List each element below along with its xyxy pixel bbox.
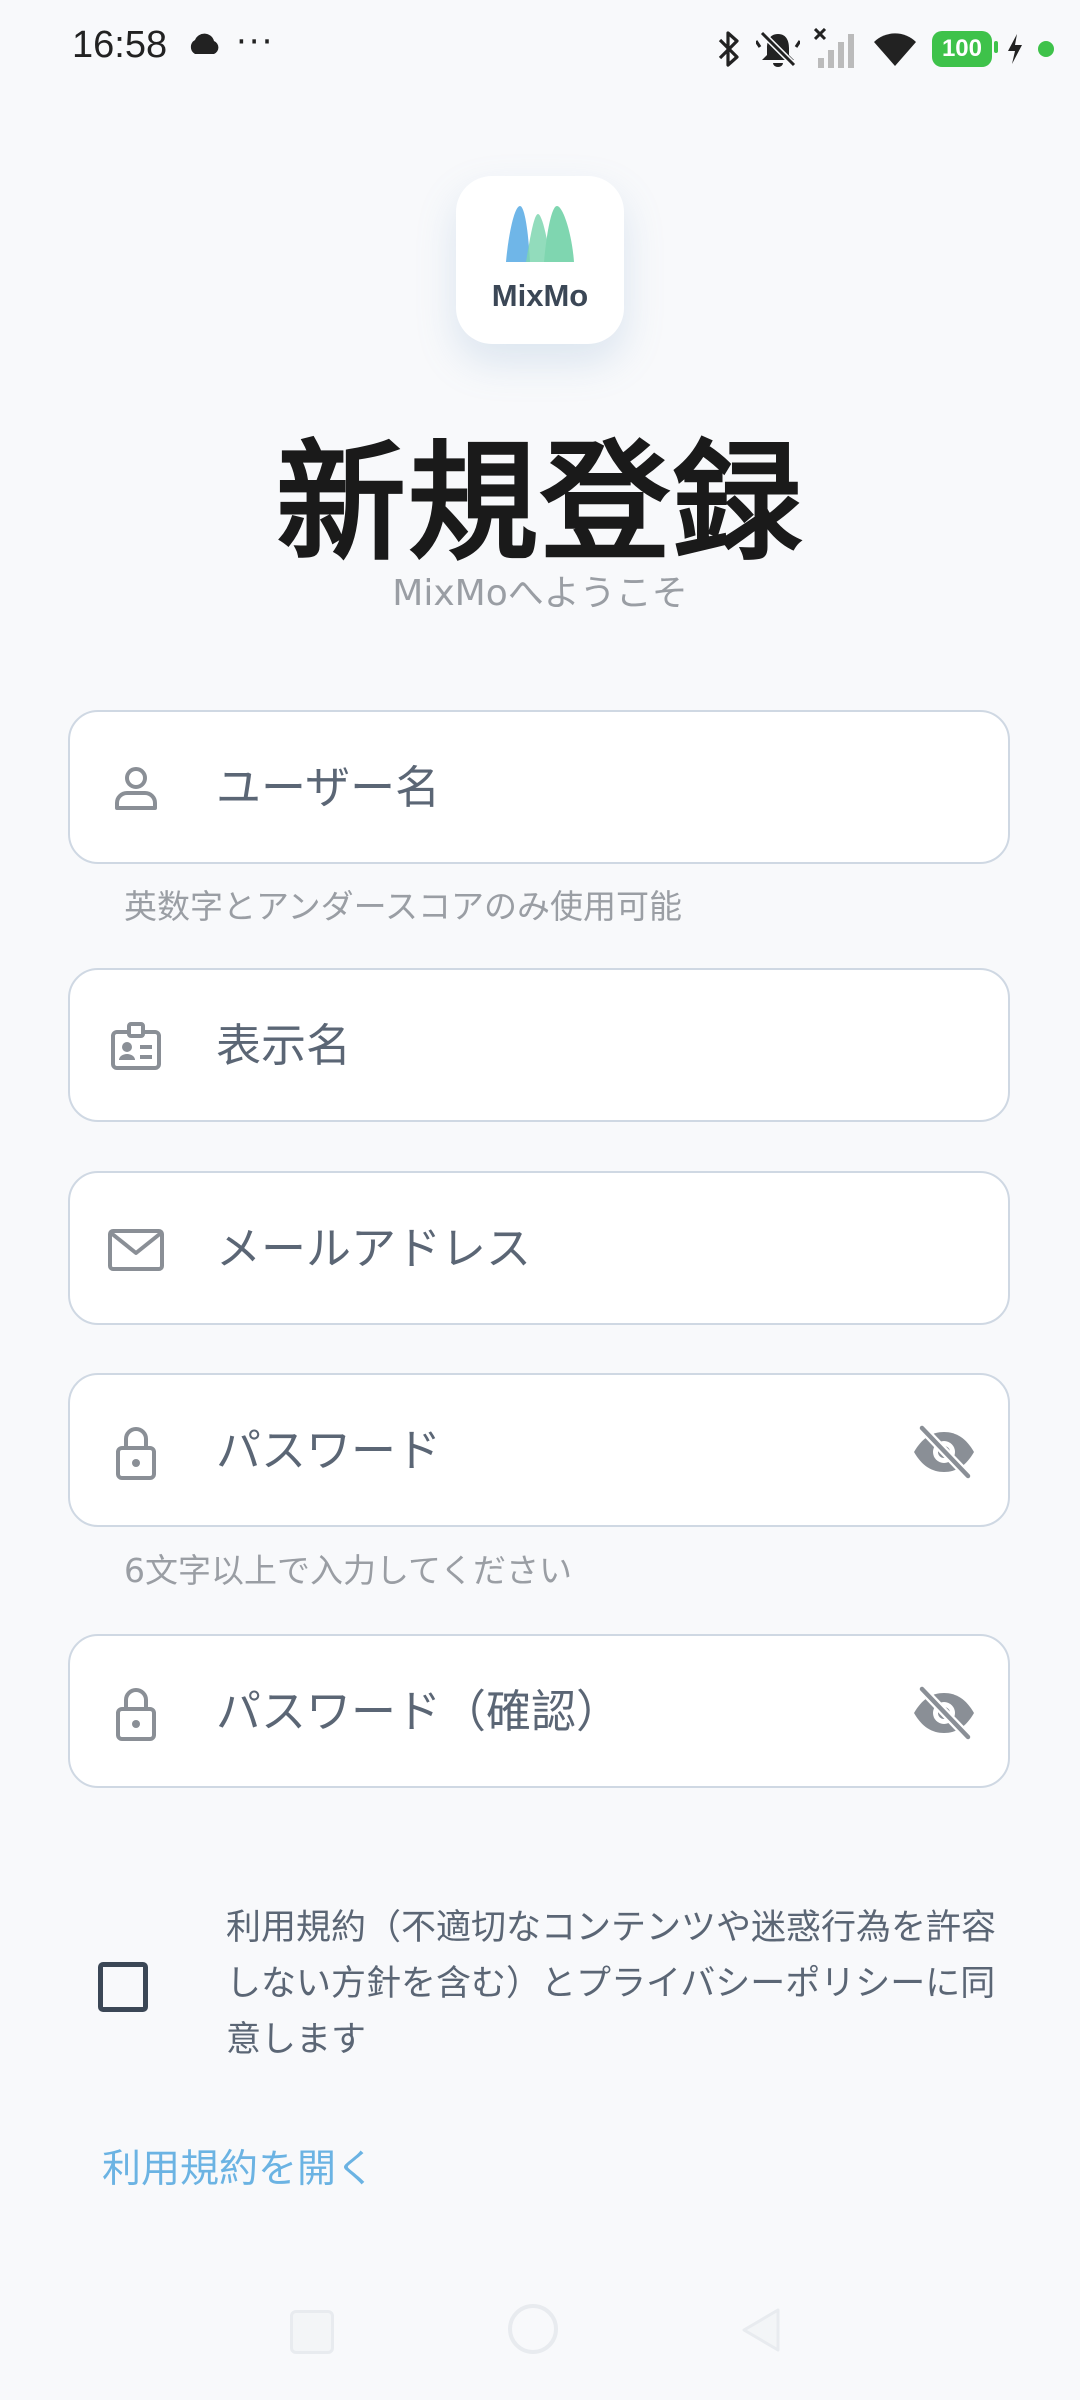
signal-off-icon [813,28,854,68]
page-subtitle: MixMoへようこそ [392,573,688,614]
display-name-field[interactable] [68,968,1010,1122]
email-input[interactable] [216,1173,888,1323]
id-badge-icon [111,1022,161,1070]
password-confirm-field[interactable] [68,1634,1010,1788]
lock-icon [116,1688,156,1741]
mail-icon [108,1229,164,1271]
username-helper: 英数字とアンダースコアのみ使用可能 [124,887,683,926]
status-icons: 100 [716,26,1054,72]
terms-checkbox[interactable] [98,1962,148,2012]
page-title: 新規登録 [275,427,804,579]
eye-off-icon[interactable] [912,1424,976,1480]
status-more: ··· [236,22,275,62]
wifi-icon [873,33,916,66]
app-logo: MixMo [456,176,624,344]
status-dot [1038,41,1054,57]
display-name-input[interactable] [216,970,888,1120]
password-field[interactable] [68,1373,1010,1527]
nav-home-button[interactable] [508,2304,558,2354]
bluetooth-icon [718,31,739,67]
username-input[interactable] [216,712,888,862]
eye-off-icon[interactable] [912,1685,976,1741]
password-helper: 6文字以上で入力してください [124,1551,573,1590]
password-input[interactable] [216,1375,888,1525]
open-terms-link[interactable]: 利用規約を開く [102,2138,375,2194]
nav-recents-button[interactable] [290,2310,334,2354]
status-bar: 16:58 ··· 100 [0,0,1080,96]
charging-icon [1008,34,1022,64]
logo-text: MixMo [491,278,589,313]
battery-icon: 100 [931,31,999,67]
user-icon [115,767,157,810]
bell-off-icon [755,30,800,68]
mixmo-logo-mark [506,206,574,262]
terms-agreement-text: 利用規約（不適切なコンテンツや迷惑行為を許容しない方針を含む）とプライバシーポリ… [226,1908,997,2060]
password-confirm-input[interactable] [216,1636,888,1786]
status-time: 16:58 [72,24,168,66]
cloud-icon [190,33,219,54]
lock-icon [116,1427,156,1480]
nav-back-button[interactable] [740,2306,782,2354]
username-field[interactable] [68,710,1010,864]
email-field[interactable] [68,1171,1010,1325]
